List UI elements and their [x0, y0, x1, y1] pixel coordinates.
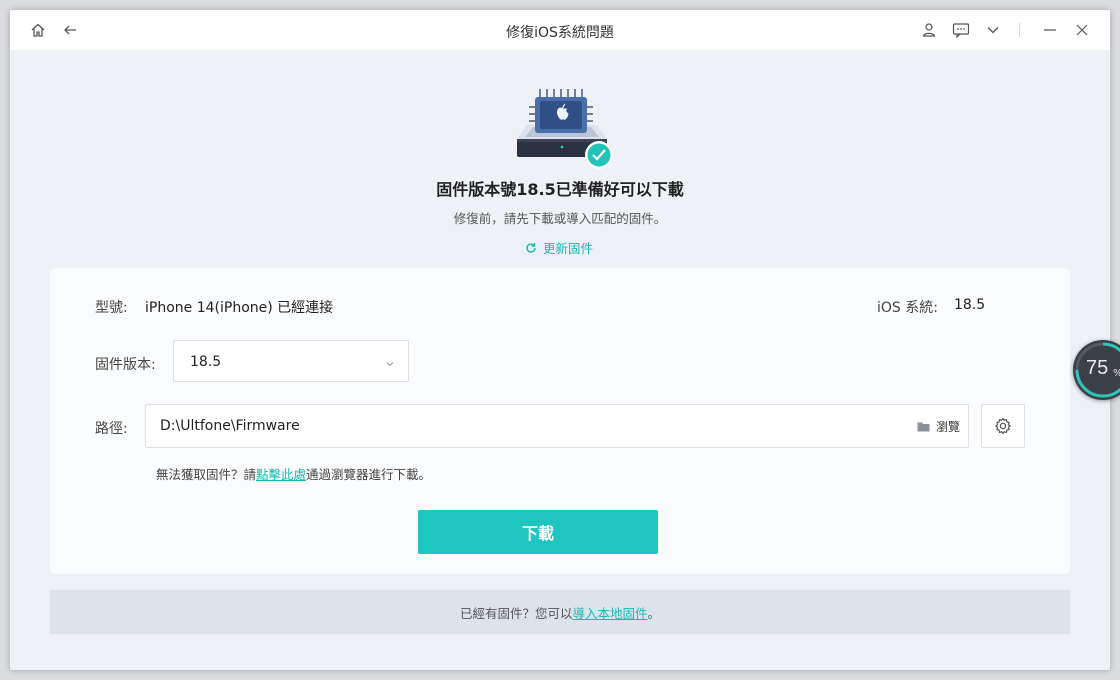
hint-prefix: 無法獲取固件？請	[156, 467, 257, 482]
footer-prefix: 已經有固件？您可以	[459, 605, 573, 621]
import-local-firmware-link[interactable]: 導入本地固件	[572, 603, 647, 622]
firmware-version-select[interactable]: 18.5	[173, 340, 409, 382]
firmware-version-label: 固件版本:	[95, 357, 156, 373]
firmware-chip-illustration	[507, 85, 617, 171]
minimize-icon[interactable]	[1040, 20, 1060, 40]
download-hint: 無法獲取固件？請點擊此處通過瀏覽器進行下載。	[156, 464, 431, 483]
titlebar-separator	[1019, 23, 1020, 37]
ios-value: 18.5	[954, 297, 986, 313]
chevron-down-icon	[384, 355, 396, 374]
title-bar: 修復iOS系統問題	[10, 10, 1110, 50]
main-content: 固件版本號18.5已準備好可以下載 修復前，請先下載或導入匹配的固件。 更新固件…	[10, 50, 1110, 670]
model-label: 型號:	[95, 300, 128, 316]
gear-icon	[995, 417, 1011, 435]
close-icon[interactable]	[1072, 20, 1092, 40]
folder-icon	[917, 422, 930, 432]
download-button[interactable]: 下載	[418, 510, 658, 554]
gauge-value: 75	[1086, 357, 1109, 379]
chat-icon[interactable]	[951, 20, 971, 40]
chip-icon	[517, 89, 613, 169]
firmware-version-value: 18.5	[190, 354, 222, 370]
model-value: iPhone 14(iPhone) 已經連接	[145, 300, 334, 316]
update-firmware-link[interactable]: 更新固件	[525, 238, 593, 257]
app-window: 修復iOS系統問題 固件版本號18.5已準備好可以下載 修復前，請先下載或導入匹…	[10, 10, 1110, 670]
performance-gauge-widget[interactable]: 75 %	[1073, 340, 1120, 400]
browse-button[interactable]: 瀏覽	[917, 418, 960, 435]
hero-subtitle: 修復前，請先下載或導入匹配的固件。	[453, 211, 667, 226]
firmware-card: 型號: iPhone 14(iPhone) 已經連接 iOS 系統: 18.5 …	[50, 268, 1070, 574]
ios-label: iOS 系統:	[877, 300, 938, 316]
path-field: 瀏覽	[145, 404, 969, 448]
chevron-down-icon[interactable]	[983, 20, 1003, 40]
settings-button[interactable]	[981, 404, 1025, 448]
browse-label: 瀏覽	[935, 420, 960, 434]
hint-suffix: 通過瀏覽器進行下載。	[306, 467, 432, 482]
path-input[interactable]	[160, 416, 860, 436]
user-icon[interactable]	[919, 20, 939, 40]
path-label: 路徑:	[95, 421, 128, 437]
hint-click-here-link[interactable]: 點擊此處	[256, 467, 306, 482]
import-local-banner: 已經有固件？您可以 導入本地固件。	[50, 590, 1070, 634]
update-firmware-label: 更新固件	[543, 241, 594, 256]
hero-title: 固件版本號18.5已準備好可以下載	[436, 180, 684, 199]
window-title: 修復iOS系統問題	[506, 25, 614, 41]
refresh-icon	[526, 242, 536, 253]
gauge-unit: %	[1113, 368, 1120, 379]
footer-suffix: 。	[647, 605, 661, 621]
